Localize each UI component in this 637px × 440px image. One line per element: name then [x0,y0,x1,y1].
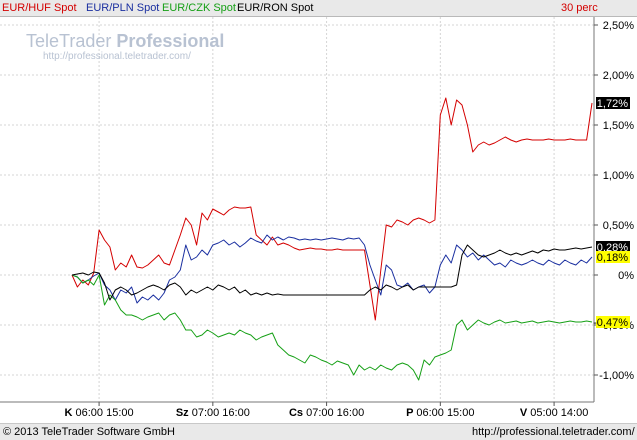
last-value-label: -0,47% [593,317,628,329]
x-tick-label: P 06:00 15:00 [406,407,474,419]
x-tick-times: 06:00 15:00 [416,407,474,419]
last-value-label: 1,72% [597,98,628,110]
x-tick-label: K 06:00 15:00 [65,407,134,419]
x-tick-times: 07:00 16:00 [306,407,364,419]
legend-item-eur-czk[interactable]: EUR/CZK Spot [162,1,236,15]
x-tick-day: P [406,407,416,419]
y-tick-label: 2,00% [603,70,634,82]
x-tick-day: V [520,407,530,419]
x-tick-label: Cs 07:00 16:00 [289,407,364,419]
y-tick-label: -1,00% [599,370,634,382]
watermark-brand-light: TeleTrader [26,31,112,51]
x-tick-day: K [65,407,76,419]
x-tick-times: 06:00 15:00 [76,407,134,419]
last-value-label: 0,18% [597,252,628,264]
x-tick-times: 07:00 16:00 [192,407,250,419]
y-tick-label: 1,00% [603,170,634,182]
footer-url[interactable]: http://professional.teletrader.com/ [472,426,635,439]
x-tick-day: Sz [176,407,192,419]
chart: 2,50%2,00%1,50%1,00%0,50%0%-0,50%-1,00% … [0,17,634,419]
watermark-logo: TeleTrader Professional [26,31,224,52]
footer-copyright: © 2013 TeleTrader Software GmbH [3,426,175,438]
x-axis: K 06:00 15:00 Sz 07:00 16:00 Cs 07:00 16:0… [65,402,589,419]
legend-item-eur-pln[interactable]: EUR/PLN Spot [86,1,159,15]
watermark-url: http://professional.teletrader.com/ [43,51,191,62]
x-tick-label: Sz 07:00 16:00 [176,407,250,419]
x-tick-day: Cs [289,407,306,419]
legend-item-eur-huf[interactable]: EUR/HUF Spot [2,1,77,15]
y-tick-label: 1,50% [603,120,634,132]
watermark-brand-bold: Professional [116,31,225,51]
y-tick-label: 2,50% [603,20,634,32]
legend-bar: EUR/HUF Spot EUR/PLN Spot EUR/CZK Spot E… [0,0,637,17]
period-label[interactable]: 30 perc [561,1,598,15]
x-tick-label: V 05:00 14:00 [520,407,589,419]
legend-item-eur-ron[interactable]: EUR/RON Spot [237,1,313,15]
footer: © 2013 TeleTrader Software GmbH http://p… [0,423,637,440]
x-tick-times: 05:00 14:00 [530,407,588,419]
y-tick-label: 0% [618,270,634,282]
y-tick-label: 0,50% [603,220,634,232]
